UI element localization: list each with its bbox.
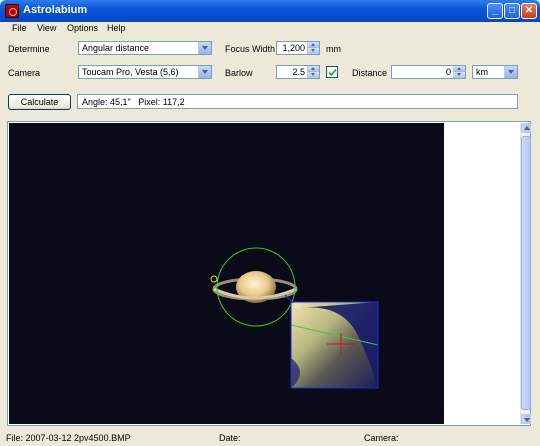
determine-select-value: Angular distance bbox=[82, 43, 150, 53]
barlow-checkbox[interactable] bbox=[326, 66, 338, 78]
menu-view[interactable]: View bbox=[37, 23, 56, 33]
minimize-icon: _ bbox=[492, 5, 498, 16]
scroll-up-icon[interactable] bbox=[521, 123, 531, 133]
distance-label: Distance bbox=[352, 68, 388, 78]
window-title: Astrolabium bbox=[23, 4, 88, 16]
status-date: Date: bbox=[219, 433, 241, 443]
result-text: Angle: 45,1" Pixel: 117,2 bbox=[82, 97, 185, 107]
menu-options[interactable]: Options bbox=[67, 23, 98, 33]
barlow-label: Barlow bbox=[225, 68, 253, 78]
title-bar[interactable]: Astrolabium _ □ ✕ bbox=[0, 0, 540, 22]
camera-label: Camera bbox=[8, 68, 41, 78]
chevron-down-icon[interactable] bbox=[504, 66, 517, 78]
calculate-button[interactable]: Calculate bbox=[8, 94, 71, 110]
barlow-value: 2.5 bbox=[292, 67, 305, 77]
menu-file[interactable]: File bbox=[12, 23, 27, 33]
determine-label: Determine bbox=[8, 44, 50, 54]
focus-width-label: Focus Width bbox=[225, 44, 276, 54]
status-camera: Camera: bbox=[364, 433, 399, 443]
saturn-image: 4x bbox=[210, 247, 379, 389]
result-field[interactable]: Angle: 45,1" Pixel: 117,2 bbox=[77, 94, 518, 109]
checkmark-icon bbox=[328, 68, 337, 77]
determine-select[interactable]: Angular distance bbox=[78, 41, 212, 55]
status-bar: File: 2007-03-12 2pv4500.BMP Date: Camer… bbox=[0, 431, 540, 446]
distance-unit-select[interactable]: km bbox=[472, 65, 518, 79]
maximize-button[interactable]: □ bbox=[504, 3, 520, 19]
spin-down-icon[interactable] bbox=[307, 48, 319, 54]
focus-width-value: 1,200 bbox=[282, 43, 305, 53]
image-panel: 4x bbox=[7, 121, 531, 426]
status-file: File: 2007-03-12 2pv4500.BMP bbox=[6, 433, 131, 443]
camera-select-value: Toucam Pro, Vesta (5,6) bbox=[82, 67, 179, 77]
scrollbar-thumb[interactable] bbox=[521, 136, 531, 410]
spin-down-icon[interactable] bbox=[453, 72, 465, 78]
close-icon: ✕ bbox=[524, 5, 534, 16]
distance-value: 0 bbox=[445, 67, 451, 77]
spin-down-icon[interactable] bbox=[307, 72, 319, 78]
close-button[interactable]: ✕ bbox=[521, 3, 537, 19]
camera-select[interactable]: Toucam Pro, Vesta (5,6) bbox=[78, 65, 212, 79]
zoom-label: 4x bbox=[293, 302, 301, 311]
menu-help[interactable]: Help bbox=[107, 23, 126, 33]
distance-unit-value: km bbox=[476, 67, 488, 77]
app-icon[interactable] bbox=[5, 4, 19, 18]
chevron-down-icon[interactable] bbox=[198, 66, 211, 78]
chevron-down-icon[interactable] bbox=[198, 42, 211, 54]
scroll-down-icon[interactable] bbox=[521, 414, 531, 424]
barlow-spinner[interactable]: 2.5 bbox=[276, 65, 320, 79]
focus-unit-label: mm bbox=[326, 44, 341, 54]
image-canvas[interactable]: 4x bbox=[9, 123, 444, 424]
distance-spinner[interactable]: 0 bbox=[391, 65, 466, 79]
maximize-icon: □ bbox=[508, 5, 516, 16]
vertical-scrollbar[interactable] bbox=[520, 123, 531, 424]
focus-width-spinner[interactable]: 1,200 bbox=[276, 41, 320, 55]
empty-area bbox=[445, 123, 519, 424]
menu-bar: File View Options Help bbox=[0, 22, 540, 36]
minimize-button[interactable]: _ bbox=[487, 3, 503, 19]
